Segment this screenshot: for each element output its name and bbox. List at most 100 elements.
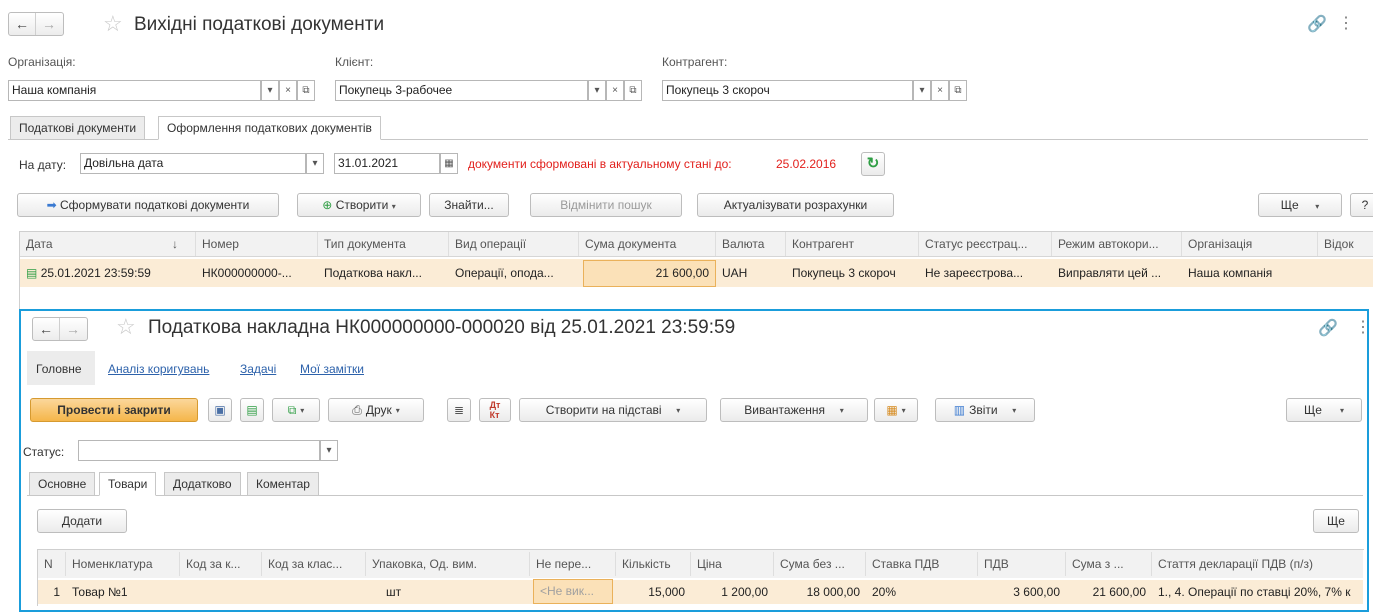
nav-buttons: ← → bbox=[8, 12, 64, 36]
form-documents-button[interactable]: ➡ Сформувати податкові документи bbox=[17, 193, 279, 217]
back-arrow-icon[interactable]: ← bbox=[9, 13, 35, 35]
table-more-button[interactable]: Ще bbox=[1313, 509, 1359, 533]
doc-more-button[interactable]: Ще ▾ bbox=[1286, 398, 1362, 422]
col-date[interactable]: Дата ↓ bbox=[20, 232, 196, 256]
link-icon[interactable]: 🔗 bbox=[1318, 318, 1338, 338]
nav-correction-analysis[interactable]: Аналіз коригувань bbox=[108, 362, 209, 376]
post-document-icon[interactable]: ▤ bbox=[240, 398, 264, 422]
clear-icon[interactable]: × bbox=[931, 80, 949, 101]
find-button[interactable]: Знайти... bbox=[429, 193, 509, 217]
row-organization: Наша компанія bbox=[1188, 266, 1273, 280]
open-icon[interactable]: ⧉ bbox=[949, 80, 967, 101]
counterparty-field[interactable]: Покупець 3 скороч bbox=[662, 80, 913, 101]
col-sum-with[interactable]: Сума з ... bbox=[1066, 552, 1152, 576]
nav-main[interactable]: Головне bbox=[36, 362, 82, 376]
col-nomenclature[interactable]: Номенклатура bbox=[66, 552, 180, 576]
chevron-down-icon: ▾ bbox=[839, 405, 844, 415]
back-arrow-icon[interactable]: ← bbox=[33, 318, 59, 340]
calendar-icon[interactable]: ▦ bbox=[440, 153, 458, 174]
col-autocorrect[interactable]: Режим автокори... bbox=[1052, 232, 1182, 256]
star-icon[interactable]: ☆ bbox=[116, 316, 136, 338]
refresh-icon[interactable]: ↻ bbox=[861, 152, 885, 176]
col-price[interactable]: Ціна bbox=[691, 552, 774, 576]
goods-row-vat-rate: 20% bbox=[872, 585, 897, 599]
print-button[interactable]: ⎙ Друк ▾ bbox=[328, 398, 424, 422]
open-icon[interactable]: ⧉ bbox=[297, 80, 315, 101]
col-package[interactable]: Упаковка, Од. вим. bbox=[366, 552, 530, 576]
update-calculations-button[interactable]: Актуалізувати розрахунки bbox=[697, 193, 894, 217]
col-amount[interactable]: Сума документа bbox=[579, 232, 716, 256]
row-amount[interactable]: 21 600,00 bbox=[583, 260, 716, 287]
nav-tasks[interactable]: Задачі bbox=[240, 362, 276, 376]
col-declaration[interactable]: Стаття декларації ПДВ (п/з) bbox=[1152, 552, 1363, 576]
dropdown-icon[interactable]: ▾ bbox=[588, 80, 606, 101]
tab-tax-documents[interactable]: Податкові документи bbox=[10, 116, 146, 140]
dropdown-icon[interactable]: ▾ bbox=[320, 440, 338, 461]
create-button[interactable]: ⊕ Створити ▾ bbox=[297, 193, 421, 217]
reports-button[interactable]: ▥ Звіти ▾ bbox=[935, 398, 1035, 422]
link-icon[interactable]: 🔗 bbox=[1307, 14, 1327, 34]
clear-icon[interactable]: × bbox=[606, 80, 624, 101]
debit-credit-icon[interactable]: Дт Кт bbox=[479, 398, 511, 422]
more-menu-icon[interactable]: ⋮ bbox=[1338, 13, 1354, 33]
col-code-1[interactable]: Код за к... bbox=[180, 552, 262, 576]
row-counterparty: Покупець 3 скороч bbox=[792, 266, 896, 280]
col-organization[interactable]: Організація bbox=[1182, 232, 1318, 256]
col-number[interactable]: Номер bbox=[196, 232, 318, 256]
chevron-down-icon: ▾ bbox=[676, 405, 681, 415]
list-icon[interactable]: ≣ bbox=[447, 398, 471, 422]
related-documents-button[interactable]: ⧉ ▾ bbox=[272, 398, 320, 422]
export-button[interactable]: Вивантаження ▾ bbox=[720, 398, 868, 422]
date-mode-field[interactable]: Довільна дата bbox=[80, 153, 306, 174]
client-field[interactable]: Покупець 3-рабочее bbox=[335, 80, 588, 101]
tab-goods[interactable]: Товари bbox=[99, 472, 157, 496]
tab-main[interactable]: Основне bbox=[29, 472, 96, 496]
open-icon[interactable]: ⧉ bbox=[624, 80, 642, 101]
dropdown-icon[interactable]: ▾ bbox=[306, 153, 324, 174]
status-field[interactable] bbox=[78, 440, 320, 461]
nav-my-notes[interactable]: Мої замітки bbox=[300, 362, 364, 376]
col-vat[interactable]: ПДВ bbox=[978, 552, 1066, 576]
tab-tax-processing[interactable]: Оформлення податкових документів bbox=[158, 116, 381, 140]
save-icon[interactable]: ▣ bbox=[208, 398, 232, 422]
col-operation[interactable]: Вид операції bbox=[449, 232, 579, 256]
forward-arrow-icon[interactable]: → bbox=[35, 13, 62, 35]
col-doc-type[interactable]: Тип документа bbox=[318, 232, 449, 256]
col-n[interactable]: N bbox=[38, 552, 66, 576]
col-code-2[interactable]: Код за клас... bbox=[262, 552, 366, 576]
col-sum-without[interactable]: Сума без ... bbox=[774, 552, 866, 576]
org-field[interactable]: Наша компанія bbox=[8, 80, 261, 101]
tab-additional[interactable]: Додатково bbox=[164, 472, 241, 496]
create-based-on-button[interactable]: Створити на підставі ▾ bbox=[519, 398, 707, 422]
doc-nav-buttons: ← → bbox=[32, 317, 88, 341]
dropdown-icon[interactable]: ▾ bbox=[913, 80, 931, 101]
col-currency[interactable]: Валюта bbox=[716, 232, 786, 256]
cancel-search-button[interactable]: Відмінити пошук bbox=[530, 193, 682, 217]
more-menu-icon[interactable]: ⋮ bbox=[1355, 317, 1371, 337]
row-doc-type: Податкова накл... bbox=[324, 266, 422, 280]
attachments-button[interactable]: ▦ ▾ bbox=[874, 398, 918, 422]
more-button[interactable]: Ще ▾ bbox=[1258, 193, 1342, 217]
forward-arrow-icon[interactable]: → bbox=[59, 318, 86, 340]
chevron-down-icon: ▾ bbox=[1315, 202, 1320, 211]
tab-comment[interactable]: Коментар bbox=[247, 472, 319, 496]
col-vat-rate[interactable]: Ставка ПДВ bbox=[866, 552, 978, 576]
chevron-down-icon: ▾ bbox=[391, 202, 396, 211]
row-currency: UAH bbox=[722, 266, 748, 280]
chevron-down-icon: ▾ bbox=[1012, 405, 1017, 415]
help-button[interactable]: ? bbox=[1350, 193, 1373, 217]
export-label: Вивантаження bbox=[744, 403, 826, 417]
col-extra[interactable]: Відок bbox=[1318, 232, 1373, 256]
add-button[interactable]: Додати bbox=[37, 509, 127, 533]
org-label: Організація: bbox=[8, 55, 76, 69]
col-not-exceed[interactable]: Не пере... bbox=[530, 552, 616, 576]
col-counterparty[interactable]: Контрагент bbox=[786, 232, 919, 256]
col-quantity[interactable]: Кількість bbox=[616, 552, 691, 576]
post-and-close-button[interactable]: Провести і закрити bbox=[30, 398, 198, 422]
dropdown-icon[interactable]: ▾ bbox=[261, 80, 279, 101]
clear-icon[interactable]: × bbox=[279, 80, 297, 101]
date-field[interactable]: 31.01.2021 bbox=[334, 153, 440, 174]
goods-row-not-exceed[interactable]: <Не вик... bbox=[533, 579, 613, 604]
star-icon[interactable]: ☆ bbox=[103, 13, 123, 35]
col-status[interactable]: Статус реєстрац... bbox=[919, 232, 1052, 256]
